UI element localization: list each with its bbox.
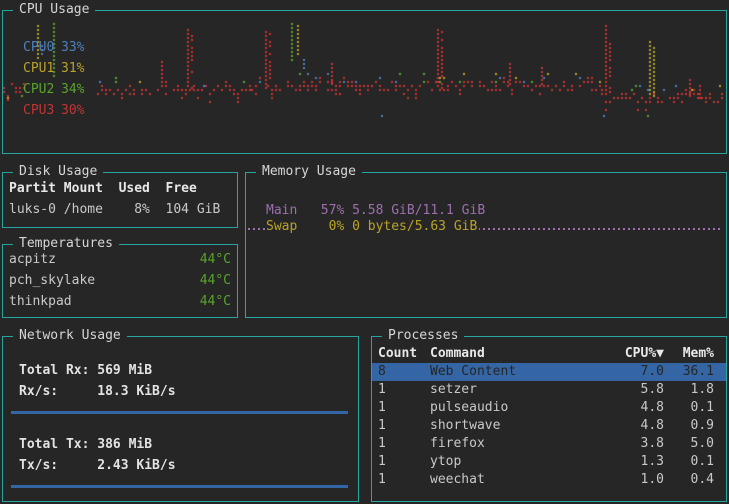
cpu3-percent: 30% bbox=[61, 103, 84, 118]
cpu3-legend: CPU330% bbox=[23, 103, 84, 118]
network-tx-rate: Tx/s: 2.43 KiB/s bbox=[19, 458, 176, 473]
cpu0-legend: CPU033% bbox=[23, 40, 84, 55]
ytop-system-monitor: CPU Usage CPU033% CPU131% CPU234% CPU330… bbox=[0, 0, 729, 504]
disk-table-row: luks-0 /home 8% 104 GiB bbox=[9, 202, 220, 217]
temp-sensor-name: thinkpad bbox=[9, 294, 72, 309]
temp-row: pch_skylake 44°C bbox=[9, 273, 231, 288]
process-count: 1 bbox=[378, 435, 430, 453]
process-command: setzer bbox=[430, 381, 606, 399]
processes-panel[interactable]: Processes Count Command CPU%▼ Mem% 8 Web… bbox=[371, 336, 727, 502]
process-count: 1 bbox=[378, 417, 430, 435]
process-table-header: Count Command CPU%▼ Mem% bbox=[372, 345, 726, 363]
process-cpu: 5.8 bbox=[606, 381, 664, 399]
network-rx-rate: Rx/s: 18.3 KiB/s bbox=[19, 384, 176, 399]
process-command: ytop bbox=[430, 453, 606, 471]
cpu2-percent: 34% bbox=[61, 82, 84, 97]
disk-usage-panel[interactable]: Disk Usage Partit Mount Used Free luks-0… bbox=[2, 172, 238, 228]
process-command: shortwave bbox=[430, 417, 606, 435]
temp-value: 44°C bbox=[200, 294, 231, 309]
process-cpu: 4.8 bbox=[606, 399, 664, 417]
process-count: 1 bbox=[378, 381, 430, 399]
network-panel-title: Network Usage bbox=[13, 328, 127, 344]
process-row-shortwave[interactable]: 1 shortwave 4.8 0.9 bbox=[372, 417, 726, 435]
process-count: 1 bbox=[378, 453, 430, 471]
process-row-weechat[interactable]: 1 weechat 1.0 0.4 bbox=[372, 471, 726, 489]
process-command: firefox bbox=[430, 435, 606, 453]
cpu1-label: CPU1 bbox=[23, 61, 61, 76]
cpu3-label: CPU3 bbox=[23, 103, 61, 118]
process-row-ytop[interactable]: 1 ytop 1.3 0.1 bbox=[372, 453, 726, 471]
memory-swap-stats: Swap 0% 0 bytes/5.63 GiB bbox=[266, 219, 479, 234]
process-mem: 0.9 bbox=[664, 417, 714, 435]
memory-usage-panel[interactable]: Memory Usage Main 57% 5.58 GiB/11.1 GiB … bbox=[245, 172, 727, 318]
network-total-rx: Total Rx: 569 MiB bbox=[19, 363, 152, 378]
temp-row: thinkpad 44°C bbox=[9, 294, 231, 309]
memory-main-stats: Main 57% 5.58 GiB/11.1 GiB bbox=[266, 203, 485, 218]
temp-sensor-name: acpitz bbox=[9, 252, 56, 267]
process-mem: 0.1 bbox=[664, 399, 714, 417]
process-row-pulseaudio[interactable]: 1 pulseaudio 4.8 0.1 bbox=[372, 399, 726, 417]
temp-row: acpitz 44°C bbox=[9, 252, 231, 267]
temperatures-panel[interactable]: Temperatures acpitz44°C pch_skylake44°C … bbox=[2, 244, 238, 318]
cpu-usage-panel[interactable]: CPU Usage CPU033% CPU131% CPU234% CPU330… bbox=[2, 10, 727, 154]
temp-value: 44°C bbox=[200, 273, 231, 288]
cpu-usage-graph bbox=[3, 11, 726, 153]
temps-panel-title: Temperatures bbox=[13, 236, 119, 252]
cpu1-percent: 31% bbox=[61, 61, 84, 76]
header-count[interactable]: Count bbox=[378, 345, 430, 363]
process-command: weechat bbox=[430, 471, 606, 489]
cpu2-label: CPU2 bbox=[23, 82, 61, 97]
header-command[interactable]: Command bbox=[430, 345, 606, 363]
network-tx-graph-line bbox=[11, 485, 348, 488]
process-command: Web Content bbox=[430, 363, 606, 381]
cpu0-percent: 33% bbox=[61, 40, 84, 55]
process-mem: 1.8 bbox=[664, 381, 714, 399]
temp-sensor-name: pch_skylake bbox=[9, 273, 95, 288]
memory-panel-title: Memory Usage bbox=[256, 164, 362, 180]
process-row-setzer[interactable]: 1 setzer 5.8 1.8 bbox=[372, 381, 726, 399]
disk-table-header: Partit Mount Used Free bbox=[9, 181, 197, 196]
network-rx-graph-line bbox=[11, 411, 348, 414]
temp-value: 44°C bbox=[200, 252, 231, 267]
header-mem[interactable]: Mem% bbox=[664, 345, 714, 363]
process-mem: 0.4 bbox=[664, 471, 714, 489]
process-mem: 0.1 bbox=[664, 453, 714, 471]
process-row-web-content[interactable]: 8 Web Content 7.0 36.1 bbox=[372, 363, 726, 381]
network-usage-panel[interactable]: Network Usage Total Rx: 569 MiB Rx/s: 18… bbox=[2, 336, 359, 502]
process-count: 1 bbox=[378, 471, 430, 489]
cpu2-legend: CPU234% bbox=[23, 82, 84, 97]
processes-panel-title: Processes bbox=[382, 328, 464, 344]
process-count: 8 bbox=[378, 363, 430, 381]
process-cpu: 7.0 bbox=[606, 363, 664, 381]
process-cpu: 1.3 bbox=[606, 453, 664, 471]
cpu0-label: CPU0 bbox=[23, 40, 61, 55]
process-cpu: 1.0 bbox=[606, 471, 664, 489]
network-total-tx: Total Tx: 386 MiB bbox=[19, 437, 152, 452]
process-mem: 5.0 bbox=[664, 435, 714, 453]
process-cpu: 3.8 bbox=[606, 435, 664, 453]
process-count: 1 bbox=[378, 399, 430, 417]
cpu1-legend: CPU131% bbox=[23, 61, 84, 76]
disk-panel-title: Disk Usage bbox=[13, 164, 103, 180]
process-mem: 36.1 bbox=[664, 363, 714, 381]
process-rows: 8 Web Content 7.0 36.1 1 setzer 5.8 1.8 … bbox=[372, 363, 726, 489]
process-command: pulseaudio bbox=[430, 399, 606, 417]
process-cpu: 4.8 bbox=[606, 417, 664, 435]
process-row-firefox[interactable]: 1 firefox 3.8 5.0 bbox=[372, 435, 726, 453]
header-cpu-sort[interactable]: CPU%▼ bbox=[606, 345, 664, 363]
